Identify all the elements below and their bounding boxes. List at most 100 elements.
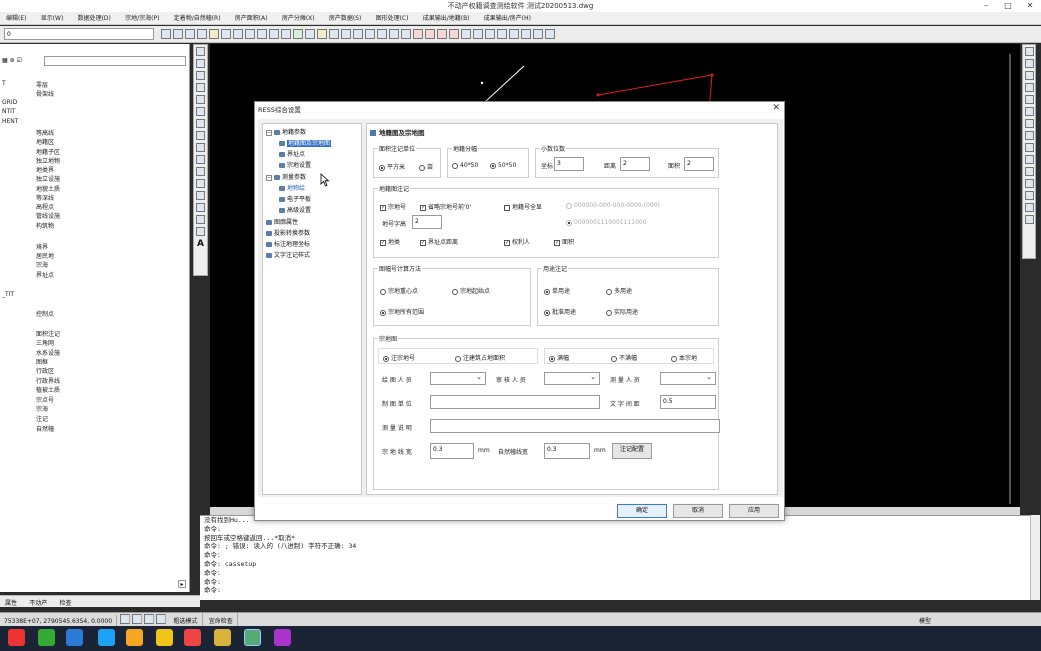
tree-item[interactable]: 投影转换参数 xyxy=(266,228,310,237)
move-icon[interactable] xyxy=(1024,95,1034,104)
insert-tool-icon[interactable] xyxy=(196,191,205,200)
tree-item[interactable]: 地物绘 xyxy=(279,183,305,192)
mirror-icon[interactable] xyxy=(1024,131,1034,140)
menu-item[interactable]: 显示(W) xyxy=(35,12,70,24)
spline-tool-icon[interactable] xyxy=(196,143,205,152)
building-line-input[interactable]: 0.3 xyxy=(544,443,590,459)
properties-icon[interactable] xyxy=(305,29,316,39)
layer-name[interactable]: 居民地 xyxy=(36,251,54,260)
block-tool-icon[interactable] xyxy=(196,203,205,212)
radio-start-point[interactable]: 宗地起始点 xyxy=(452,286,490,295)
zoom-icon[interactable] xyxy=(221,29,232,39)
layer-name[interactable]: 宗海 xyxy=(36,260,48,269)
arc-tool-icon[interactable] xyxy=(196,71,205,80)
tree-item[interactable]: 界址点 xyxy=(279,149,305,158)
layer-name[interactable]: 独立地物 xyxy=(36,156,60,165)
layer-name[interactable]: 水系设施 xyxy=(36,348,60,357)
menu-item[interactable]: 数据处理(D) xyxy=(72,12,117,24)
open-icon[interactable] xyxy=(173,29,184,39)
radio-building-area[interactable]: 注建筑占地面积 xyxy=(455,353,505,362)
tool-icon[interactable] xyxy=(545,29,556,39)
close-icon[interactable]: ✕ xyxy=(1019,0,1041,12)
layer-name[interactable]: 地类界 xyxy=(36,165,54,174)
radio-mu[interactable]: 亩 xyxy=(419,162,433,171)
radio-all-range[interactable]: 宗地所有范围 xyxy=(380,307,424,316)
wechat-icon[interactable] xyxy=(38,629,55,646)
tree-item[interactable]: 地籍图及宗地图 xyxy=(279,138,332,147)
coord-decimals-input[interactable]: 3 xyxy=(554,157,584,171)
ortho-toggle-icon[interactable] xyxy=(144,614,155,624)
layer-dropdown[interactable]: 0 xyxy=(4,28,154,40)
command-history[interactable]: 没有找到Hu... 命令: 按回车或空格键返回...*取消* 命令: ; 错误:… xyxy=(200,515,1030,600)
menu-item[interactable]: 成果输出/房产(H) xyxy=(478,12,537,24)
pencil-icon[interactable] xyxy=(1024,47,1034,56)
move-icon[interactable] xyxy=(329,29,340,39)
layer-name[interactable]: 自然幢 xyxy=(36,424,54,433)
layer-name[interactable]: 地貌土质 xyxy=(36,184,60,193)
org-input[interactable] xyxy=(430,395,600,409)
status-check[interactable]: 宜命检查 xyxy=(205,613,238,626)
status-model[interactable]: 模型 xyxy=(915,613,935,626)
curve-tool-icon[interactable] xyxy=(196,107,205,116)
frame-icon[interactable] xyxy=(509,29,520,39)
search-app-icon[interactable] xyxy=(156,629,173,646)
cb-boundary-dist[interactable]: ✓ 界址点距离 xyxy=(420,237,458,246)
layer-name[interactable]: 境界 xyxy=(36,242,48,251)
layer-name[interactable]: 植被土质 xyxy=(36,385,60,394)
rotate-tool-icon[interactable] xyxy=(196,167,205,176)
extend-icon[interactable] xyxy=(1024,167,1034,176)
table-icon[interactable] xyxy=(389,29,400,39)
block-icon[interactable] xyxy=(377,29,388,39)
menu-item[interactable]: 房产分摊(X) xyxy=(276,12,321,24)
layer-name[interactable]: 地籍区 xyxy=(36,137,54,146)
tree-item[interactable]: − 测量参数 xyxy=(266,172,306,181)
browser-icon[interactable] xyxy=(66,629,83,646)
cloud-tool-icon[interactable] xyxy=(196,179,205,188)
radio-parcel-no[interactable]: 注宗地号 xyxy=(383,353,415,362)
radio-full[interactable]: 满幅 xyxy=(549,353,569,362)
layer-name[interactable]: 高程点 xyxy=(36,202,54,211)
map-icon[interactable] xyxy=(497,29,508,39)
spacing-input[interactable]: 0.5 xyxy=(660,395,716,409)
collapse-icon[interactable]: − xyxy=(266,129,272,136)
collapse-icon[interactable]: − xyxy=(266,174,272,181)
menu-item[interactable]: 定着物/自然幢(R) xyxy=(168,12,227,24)
point-tool-icon[interactable] xyxy=(196,119,205,128)
grid-toggle-icon[interactable] xyxy=(132,614,143,624)
layer-name[interactable]: 构筑物 xyxy=(36,221,54,230)
region-tool-icon[interactable] xyxy=(196,227,205,236)
digits-input[interactable]: 2 xyxy=(412,215,442,229)
menu-item[interactable]: 图形处理(C) xyxy=(370,12,415,24)
layer-name[interactable]: 等深线 xyxy=(36,193,54,202)
pencil-icon[interactable] xyxy=(209,29,220,39)
layer-name[interactable]: 界址点 xyxy=(36,270,54,279)
layer-name[interactable]: 注记 xyxy=(36,414,48,423)
drawer-select[interactable] xyxy=(430,372,486,385)
status-select-mode[interactable]: 粗选模式 xyxy=(170,613,203,626)
copy-icon[interactable] xyxy=(1024,119,1034,128)
gradient-tool-icon[interactable] xyxy=(196,215,205,224)
maximize-icon[interactable]: □ xyxy=(997,0,1019,12)
sheet-icon[interactable] xyxy=(461,29,472,39)
minimize-icon[interactable]: – xyxy=(975,0,997,12)
polyline-tool-icon[interactable] xyxy=(196,59,205,68)
house-icon[interactable] xyxy=(425,29,436,39)
tree-item[interactable]: 图廓属性 xyxy=(266,217,298,226)
radio-50x50[interactable]: 50*50 xyxy=(490,162,516,169)
report-icon[interactable] xyxy=(437,29,448,39)
explode-icon[interactable] xyxy=(1024,215,1034,224)
stack-icon[interactable] xyxy=(1024,83,1034,92)
line-icon[interactable] xyxy=(353,29,364,39)
grid-icon[interactable] xyxy=(293,29,304,39)
save-icon[interactable] xyxy=(185,29,196,39)
layer-icon[interactable] xyxy=(1024,71,1034,80)
cb-landtype[interactable]: ✓ 地类 xyxy=(380,237,400,246)
surveyor-select[interactable] xyxy=(660,372,716,385)
cb-omit-zero[interactable]: ✓ 省略宗地号前'0' xyxy=(420,202,471,211)
circle-tool-icon[interactable] xyxy=(196,83,205,92)
redo-icon[interactable] xyxy=(281,29,292,39)
tab-properties[interactable]: 属性 xyxy=(0,596,22,609)
scroll-right-icon[interactable]: ▸ xyxy=(178,580,186,588)
layer-icon[interactable] xyxy=(161,29,172,39)
menu-item[interactable]: 成果输出/地籍(B) xyxy=(417,12,476,24)
